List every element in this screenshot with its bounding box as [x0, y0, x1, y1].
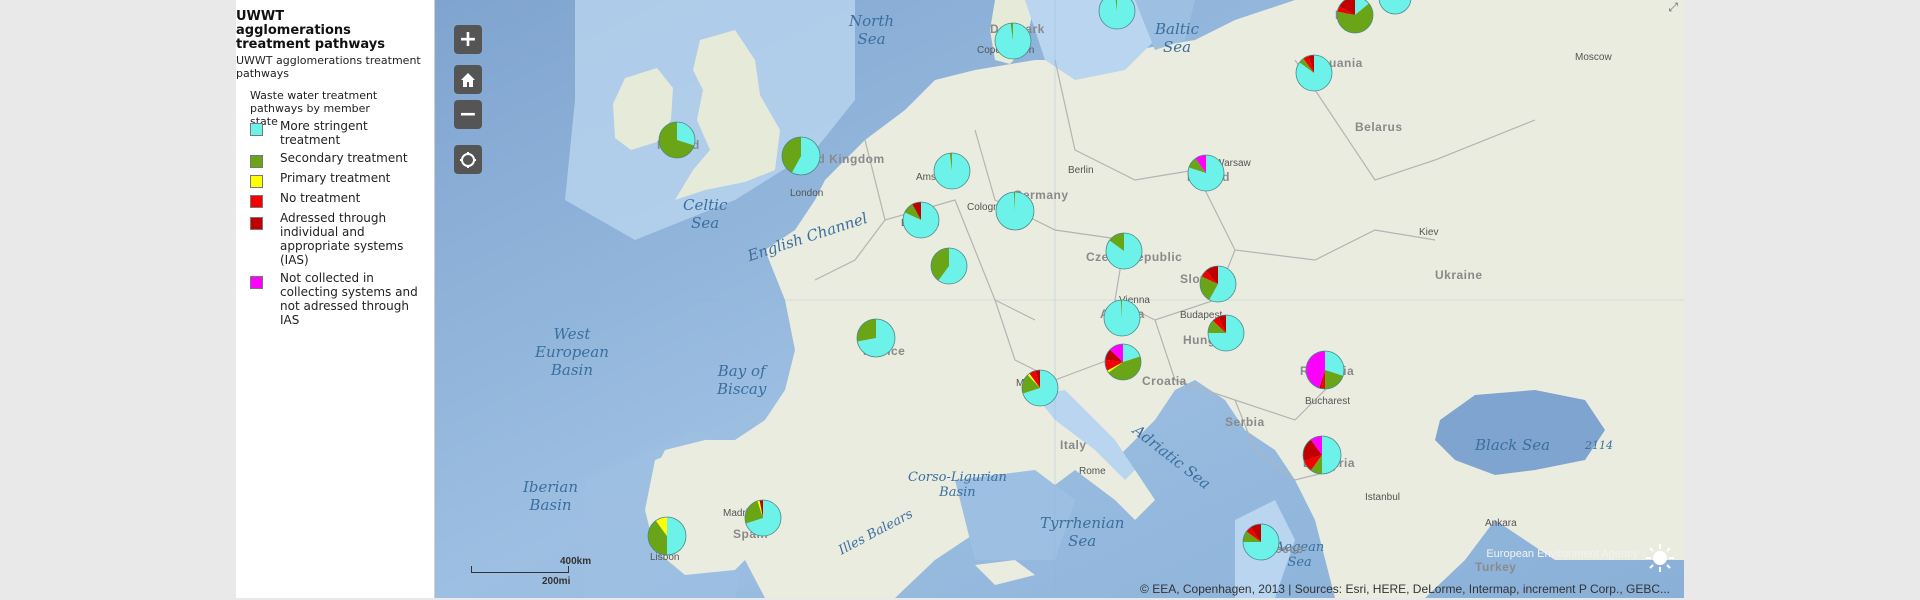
pie-chart[interactable] [933, 152, 971, 190]
pie-chart[interactable] [995, 191, 1035, 231]
pie-chart[interactable] [1302, 435, 1342, 475]
logo-text: European Environment Agency [1486, 548, 1638, 560]
pie-slice[interactable] [1322, 436, 1341, 474]
legend-swatch [250, 155, 263, 168]
legend-label: Adressed through individual and appropri… [280, 211, 404, 267]
legend-swatch [250, 276, 263, 289]
pie-chart[interactable] [1242, 523, 1280, 561]
pie-chart[interactable] [658, 121, 696, 159]
legend-swatch [250, 195, 263, 208]
legend-label: Secondary treatment [280, 151, 408, 165]
attribution[interactable]: © EEA, Copenhagen, 2013 | Sources: Esri,… [1140, 582, 1670, 596]
pie-chart[interactable] [1021, 369, 1059, 407]
legend-label: No treatment [280, 191, 361, 205]
eea-logo-icon [1646, 544, 1674, 572]
legend-title: UWWT agglomerations treatment pathways [236, 9, 385, 52]
pie-chart[interactable] [902, 201, 940, 239]
pie-chart[interactable] [1187, 154, 1225, 192]
pie-chart[interactable] [994, 22, 1032, 60]
legend-swatch [250, 217, 263, 230]
legend-label: Primary treatment [280, 171, 391, 185]
pie-chart[interactable] [1295, 54, 1333, 92]
pie-chart[interactable] [744, 499, 782, 537]
legend-panel: UWWT agglomerations treatment pathways U… [236, 0, 435, 598]
pie-charts [647, 0, 1412, 561]
pie-chart[interactable] [1336, 0, 1374, 34]
pie-chart[interactable] [647, 516, 687, 556]
pie-chart[interactable] [1104, 343, 1142, 381]
scale-mi: 200mi [542, 576, 571, 587]
pie-slice[interactable] [1379, 0, 1411, 14]
scale-bar [471, 566, 569, 573]
legend-label: More stringent treatment [280, 119, 368, 147]
legend-label: Not collected in collecting systems and … [280, 271, 418, 327]
legend-swatch [250, 123, 263, 136]
pie-chart[interactable] [1305, 350, 1345, 390]
pie-chart[interactable] [781, 136, 821, 176]
pie-chart[interactable] [1378, 0, 1412, 15]
pie-slice[interactable] [667, 517, 686, 555]
legend-subtitle: UWWT agglomerations treatment pathways [236, 54, 421, 80]
pie-chart[interactable] [856, 318, 896, 358]
scale-km: 400km [560, 556, 592, 567]
pie-chart[interactable] [1199, 265, 1237, 303]
pie-chart[interactable] [1105, 232, 1143, 270]
pie-chart[interactable] [1207, 314, 1245, 352]
pie-chart[interactable] [1098, 0, 1136, 30]
map-view[interactable]: + − ⤢ North Sea Baltic Sea Celtic Sea English … [435, 0, 1684, 598]
legend-swatch [250, 175, 263, 188]
pie-slice[interactable] [857, 319, 876, 342]
pie-chart[interactable] [930, 247, 968, 285]
pie-chart[interactable] [1103, 299, 1141, 337]
